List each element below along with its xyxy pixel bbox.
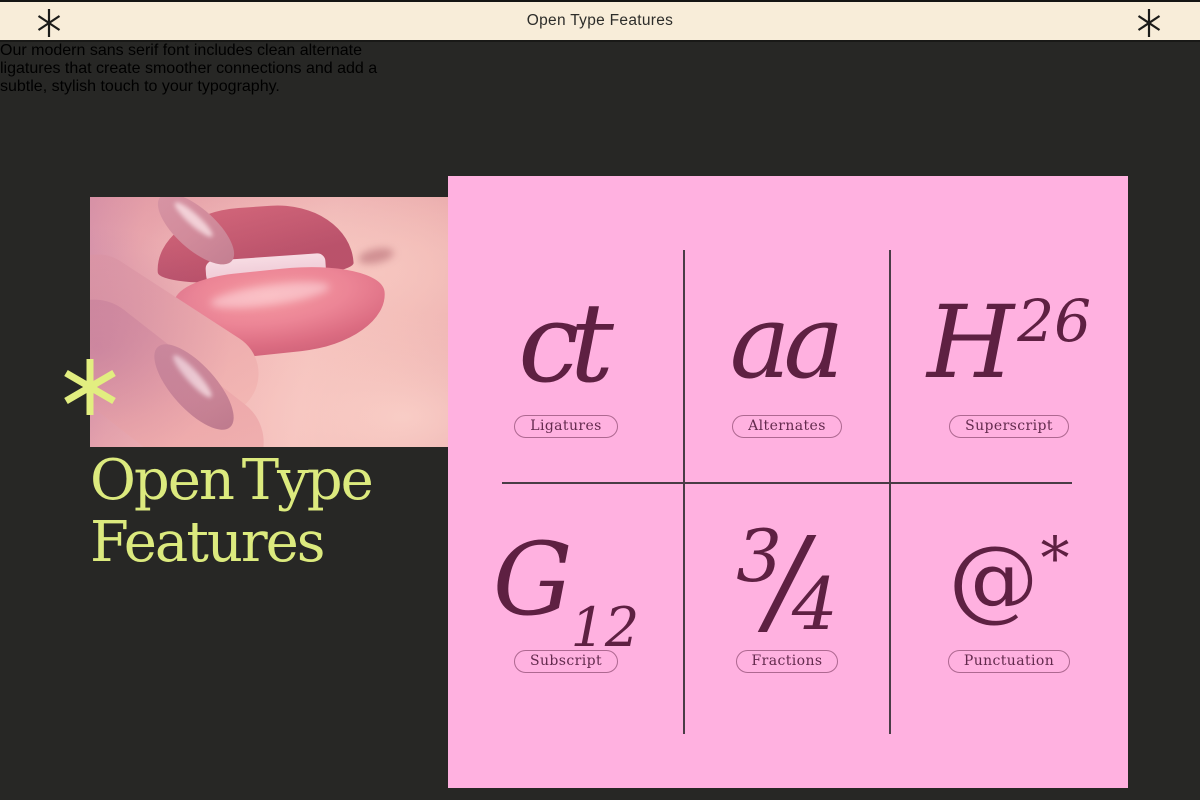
punctuation-glyph: @*: [949, 535, 1070, 625]
feature-label-ligatures: Ligatures: [514, 415, 618, 438]
subscript-glyph: G12: [493, 530, 640, 630]
superscript-glyph: H26: [927, 293, 1091, 393]
accent-asterisk-icon: [63, 359, 117, 415]
feature-cell-subscript: G12: [460, 487, 672, 672]
description-line: subtle, stylish touch to your typography…: [0, 78, 1200, 96]
description-line: Our modern sans serif font includes clea…: [0, 42, 1200, 60]
topbar: Open Type Features: [0, 0, 1200, 42]
feature-cell-punctuation: @*: [903, 487, 1115, 672]
description-line: ligatures that create smoother connectio…: [0, 60, 1200, 78]
feature-cell-ligatures: ct: [460, 250, 672, 435]
feature-label-superscript: Superscript: [949, 415, 1069, 438]
lips-photo: [90, 197, 458, 447]
feature-cell-alternates: aa: [681, 250, 893, 435]
asterisk-logo-right-icon: [1136, 8, 1162, 38]
feature-label-fractions: Fractions: [736, 650, 839, 673]
grid-divider-horizontal: [502, 482, 1072, 484]
page-title: Open Type Features: [527, 12, 673, 30]
feature-label-punctuation: Punctuation: [948, 650, 1070, 673]
feature-label-alternates: Alternates: [732, 415, 842, 438]
alternates-glyph: aa: [730, 292, 845, 394]
feature-cell-superscript: H26: [903, 250, 1115, 435]
asterisk-logo-left-icon: [36, 8, 62, 38]
headline-line-1: Open Type: [90, 450, 372, 512]
features-panel: ct aa H26 Ligatures Alternates Superscri…: [448, 176, 1128, 788]
stage: Open Type Features Our modern sans serif…: [0, 42, 1200, 798]
feature-cell-fractions: 3/4: [681, 487, 893, 672]
feature-label-subscript: Subscript: [514, 650, 618, 673]
headline: Open Type Features: [90, 450, 372, 574]
ligature-glyph: ct: [518, 288, 614, 398]
fraction-glyph: 3/4: [736, 521, 837, 639]
pink-tint-overlay: [90, 197, 458, 447]
headline-line-2: Features: [90, 512, 372, 574]
